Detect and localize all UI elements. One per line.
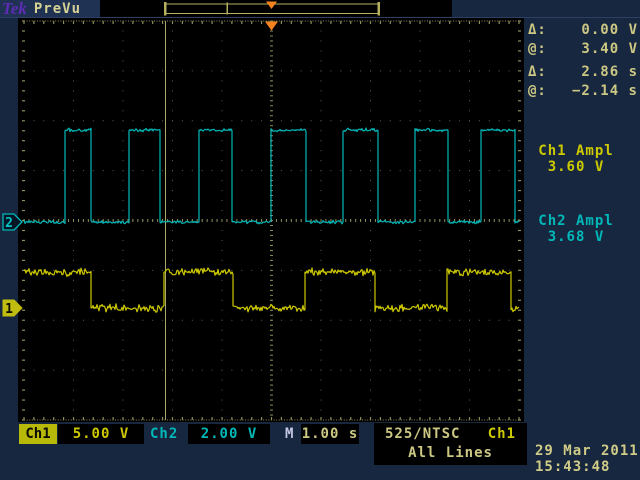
at-icon: @: bbox=[528, 40, 547, 59]
video-trigger-readout: 525/NTSC Ch1 All Lines bbox=[374, 423, 527, 465]
ch1-marker-label: 1 bbox=[5, 302, 13, 317]
cursor-at-v-row: @: 3.40 V bbox=[528, 40, 638, 59]
time-text: 15:43:48 bbox=[535, 459, 639, 475]
ch1-scale-readout: 5.00 V bbox=[58, 424, 144, 444]
date-text: 29 Mar 2011 bbox=[535, 443, 639, 459]
timebase-label: M bbox=[285, 424, 293, 444]
ch1-channel-badge[interactable]: Ch1 bbox=[19, 424, 57, 444]
trigger-standard: 525/NTSC bbox=[385, 425, 460, 444]
measurement-value: 3.68 V bbox=[516, 229, 636, 245]
measurement-ch2-ampl: Ch2 Ampl 3.68 V bbox=[516, 213, 636, 245]
record-view-strip bbox=[100, 0, 452, 17]
datetime: 29 Mar 2011 15:43:48 bbox=[535, 443, 639, 475]
acquisition-mode-badge: PreVu bbox=[34, 0, 81, 18]
trigger-source: Ch1 bbox=[488, 425, 516, 444]
oscilloscope-screen: Tek PreVu 2 1 Δ: bbox=[0, 0, 640, 480]
cursor-delta-v-row: Δ: 0.00 V bbox=[528, 21, 638, 40]
timebase-readout: 1.00 s bbox=[301, 424, 359, 444]
ch2-channel-badge[interactable]: Ch2 bbox=[150, 424, 188, 444]
measurement-ch1-ampl: Ch1 Ampl 3.60 V bbox=[516, 143, 636, 175]
graticule-area bbox=[18, 18, 524, 422]
cursor-readout: Δ: 0.00 V @: 3.40 V Δ: 2.86 s @: −2.14 s bbox=[528, 21, 638, 101]
cursor-delta-t-row: Δ: 2.86 s bbox=[528, 63, 638, 82]
measurement-label: Ch2 Ampl bbox=[516, 213, 636, 229]
delta-icon: Δ: bbox=[528, 63, 547, 82]
delta-icon: Δ: bbox=[528, 21, 547, 40]
title-box: Tek PreVu bbox=[0, 0, 100, 18]
trigger-mode: All Lines bbox=[374, 444, 527, 463]
ch2-marker-label: 2 bbox=[5, 216, 13, 231]
cursor-at-t-row: @: −2.14 s bbox=[528, 82, 638, 101]
measurement-value: 3.60 V bbox=[516, 159, 636, 175]
measurement-label: Ch1 Ampl bbox=[516, 143, 636, 159]
ch2-scale-readout: 2.00 V bbox=[188, 424, 270, 444]
tek-logo: Tek bbox=[2, 0, 27, 18]
at-icon: @: bbox=[528, 82, 547, 101]
